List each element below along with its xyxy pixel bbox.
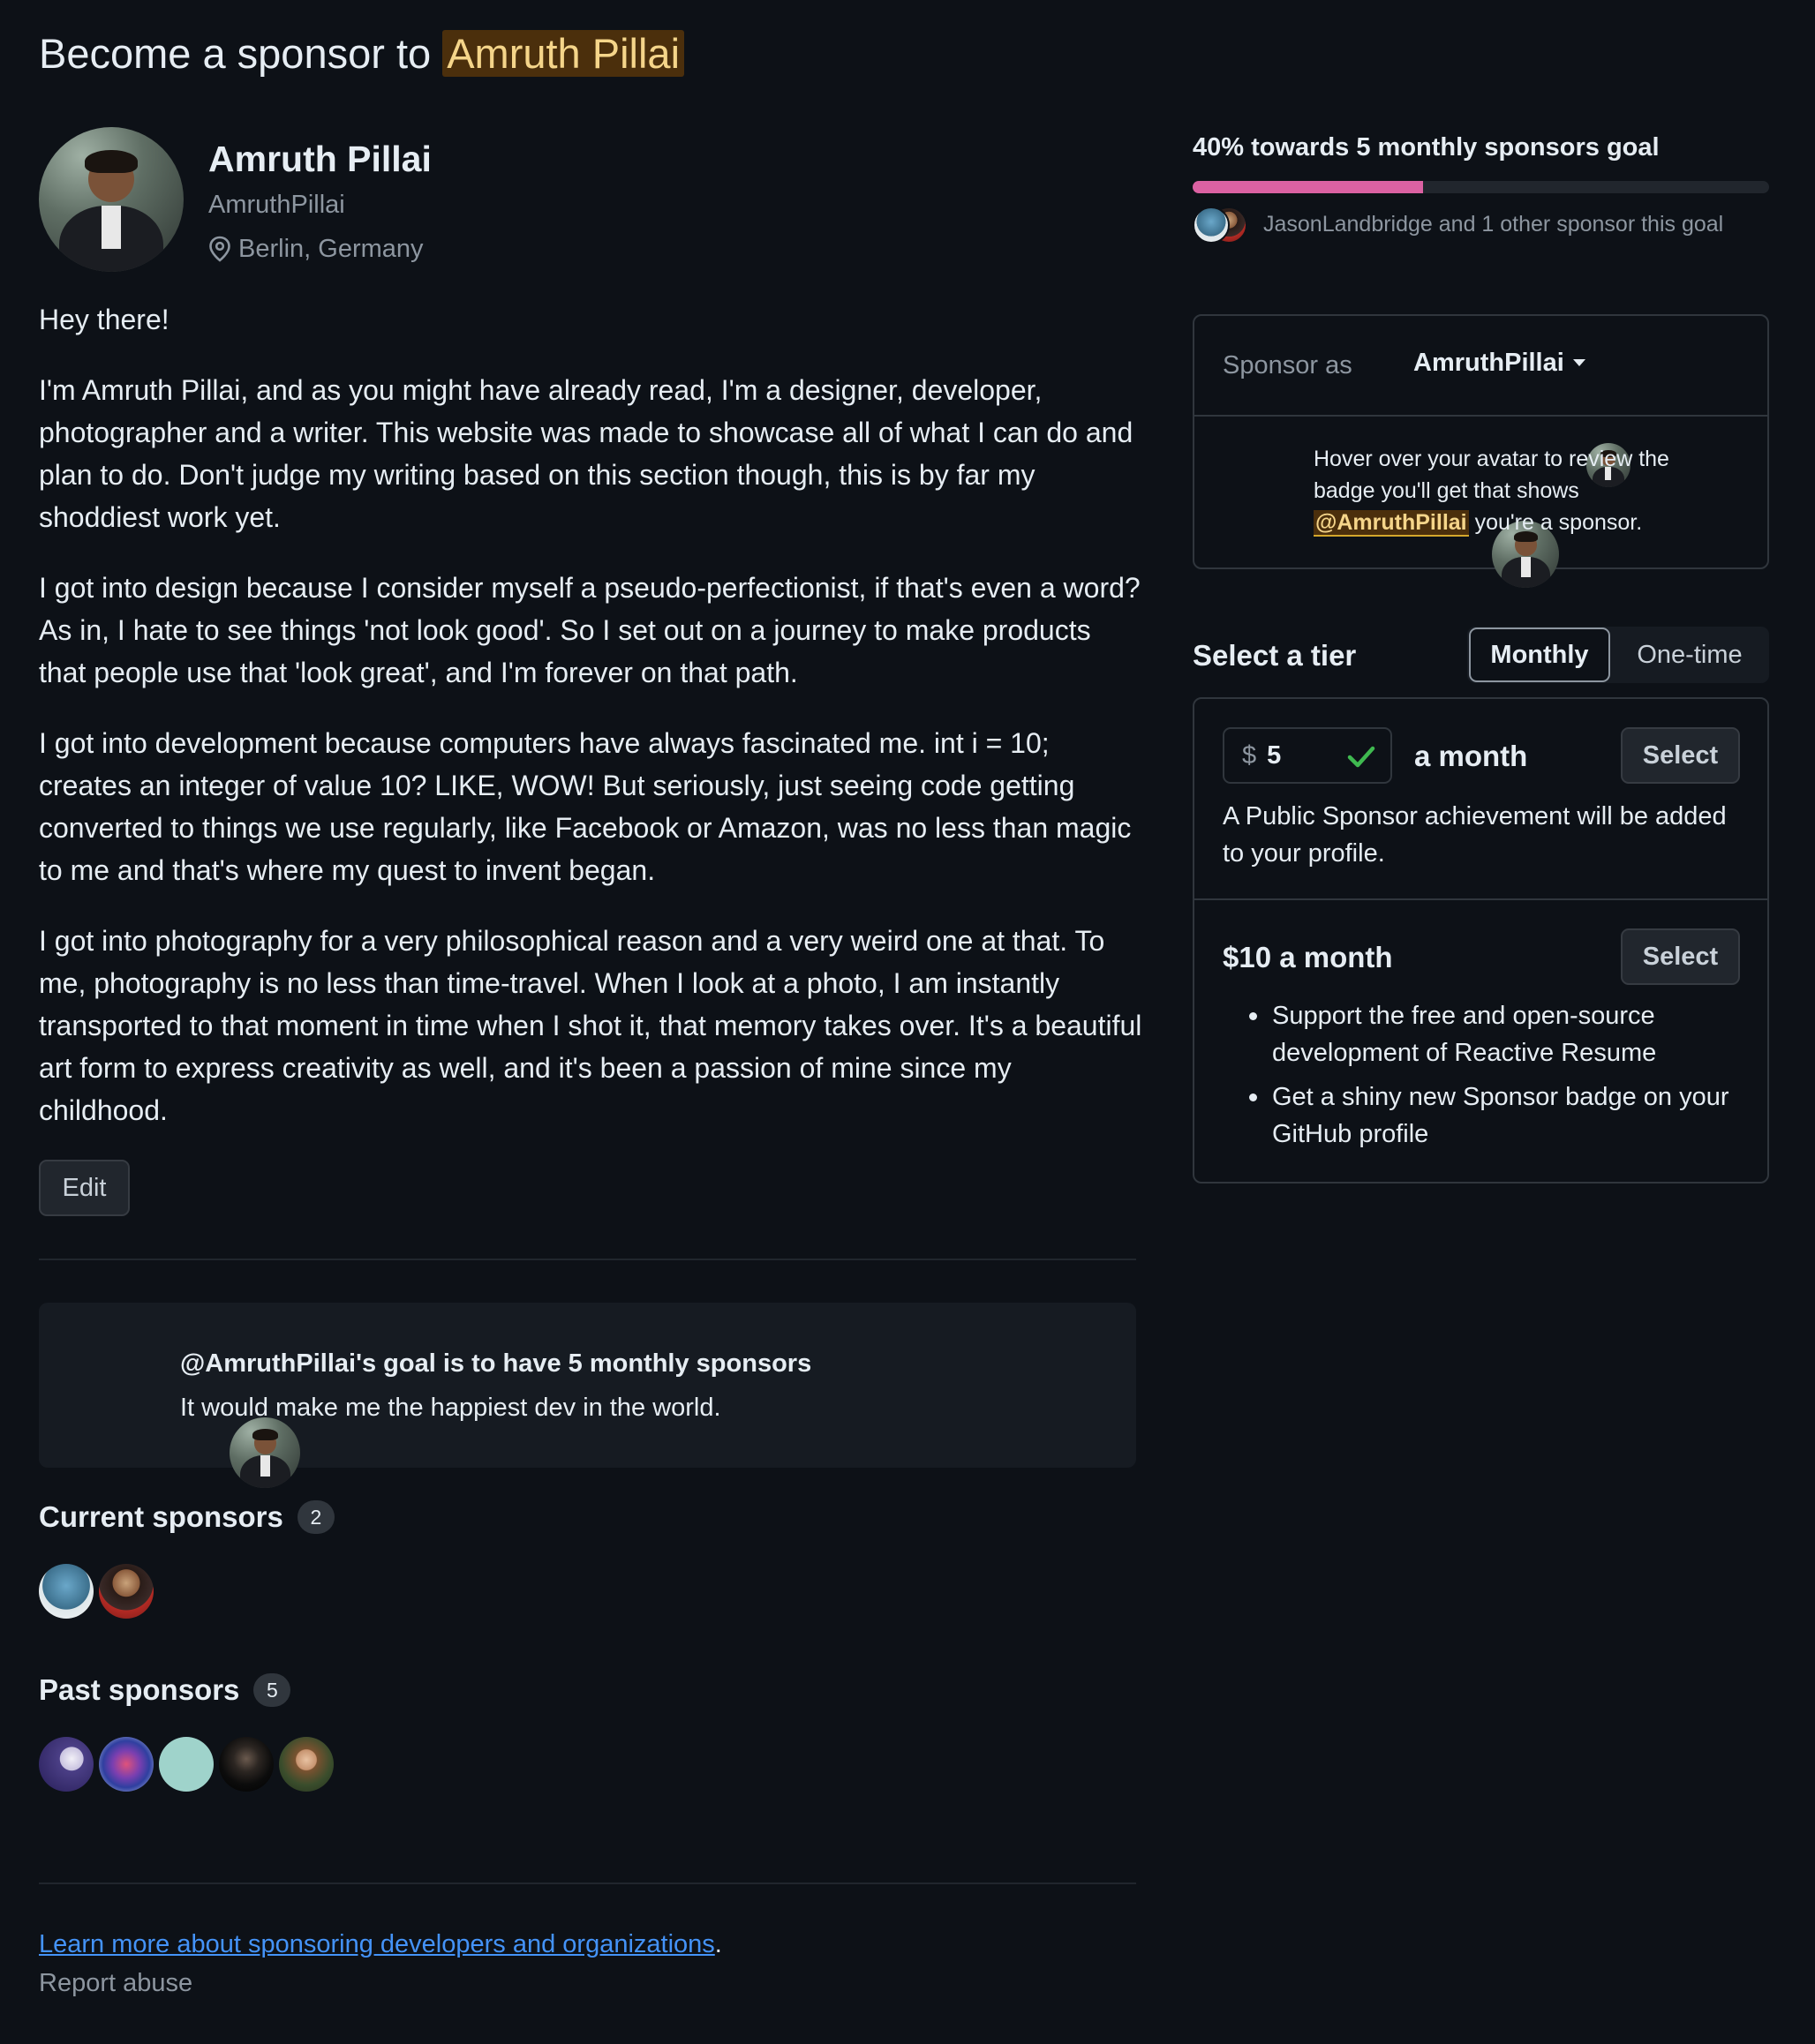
profile-name: Amruth Pillai: [208, 139, 432, 179]
report-abuse-link[interactable]: Report abuse: [39, 1965, 192, 2002]
past-sponsor-avatar[interactable]: [39, 1737, 94, 1792]
past-sponsor-avatar[interactable]: [219, 1737, 274, 1792]
page-title: Become a sponsor to Amruth Pillai: [39, 23, 685, 85]
tab-one-time[interactable]: One-time: [1612, 627, 1767, 682]
goal-description: It would make me the happiest dev in the…: [180, 1394, 721, 1422]
sponsor-badge-hint: Hover over your avatar to review the bad…: [1314, 447, 1669, 537]
past-sponsors-heading: Past sponsors 5: [39, 1670, 291, 1710]
goal-progress-bar: [1193, 181, 1769, 193]
goal-progress-title: 40% towards 5 monthly sponsors goal: [1193, 133, 1660, 162]
select-custom-tier-button[interactable]: Select: [1621, 727, 1740, 784]
bio-greeting: Hey there!: [39, 304, 169, 335]
sponsor-as-dropdown[interactable]: AmruthPillai: [1413, 344, 1585, 381]
bio: Hey there! I'm Amruth Pillai, and as you…: [39, 298, 1142, 1160]
location-pin-icon: [209, 236, 230, 262]
select-tier-10-button[interactable]: Select: [1621, 928, 1740, 985]
divider: [1194, 415, 1767, 417]
past-sponsor-avatar[interactable]: [159, 1737, 214, 1792]
divider: [1194, 898, 1767, 900]
learn-more-line: Learn more about sponsoring developers a…: [39, 1930, 722, 1958]
goal-avatar: [230, 1417, 301, 1488]
benefit-item: Get a shiny new Sponsor badge on your Gi…: [1223, 1078, 1752, 1153]
select-tier-heading: Select a tier: [1193, 639, 1357, 672]
learn-more-link[interactable]: Learn more about sponsoring developers a…: [39, 1930, 715, 1958]
benefit-item: Support the free and open-source develop…: [1223, 997, 1752, 1071]
divider: [39, 1259, 1136, 1260]
divider: [39, 1882, 1136, 1884]
profile-location: Berlin, Germany: [208, 231, 424, 267]
bio-paragraph: I'm Amruth Pillai, and as you might have…: [39, 374, 1133, 533]
tab-monthly[interactable]: Monthly: [1469, 627, 1610, 682]
bio-paragraph: I got into development because computers…: [39, 727, 1132, 886]
bio-paragraph: I got into design because I consider mys…: [39, 572, 1141, 688]
past-sponsors-count: 5: [253, 1673, 291, 1707]
goal-progress-subtitle: JasonLandbridge and 1 other sponsor this…: [1263, 212, 1724, 237]
edit-button[interactable]: Edit: [39, 1160, 130, 1216]
mention-highlight[interactable]: @AmruthPillai: [1314, 510, 1469, 537]
past-sponsor-avatar[interactable]: [99, 1737, 154, 1792]
custom-tier-description: A Public Sponsor achievement will be add…: [1223, 802, 1727, 868]
profile-handle: AmruthPillai: [208, 191, 345, 219]
current-sponsors-heading: Current sponsors 2: [39, 1497, 335, 1537]
profile-avatar[interactable]: [39, 127, 184, 272]
tier-10-title: $10 a month: [1223, 941, 1393, 973]
sponsor-as-label: Sponsor as: [1223, 351, 1352, 379]
goal-title: @AmruthPillai's goal is to have 5 monthl…: [180, 1349, 812, 1378]
sponsor-avatar-jasonlandbridge[interactable]: [39, 1564, 94, 1619]
current-sponsors-count: 2: [297, 1500, 335, 1534]
custom-tier-period: a month: [1414, 740, 1528, 772]
check-icon: [1347, 746, 1375, 768]
tier-10-benefits: Support the free and open-source develop…: [1223, 997, 1752, 1160]
sponsoree-name-highlight: Amruth Pillai: [442, 30, 685, 77]
goal-sponsor-avatar[interactable]: [1193, 207, 1230, 244]
past-sponsor-avatar[interactable]: [279, 1737, 334, 1792]
custom-amount-input[interactable]: $ 5: [1223, 727, 1392, 784]
bio-paragraph: I got into photography for a very philos…: [39, 925, 1142, 1126]
goal-card: [39, 1303, 1136, 1468]
sponsor-avatar[interactable]: [99, 1564, 154, 1619]
chevron-down-icon: [1572, 359, 1585, 366]
goal-progress-fill: [1193, 181, 1424, 193]
